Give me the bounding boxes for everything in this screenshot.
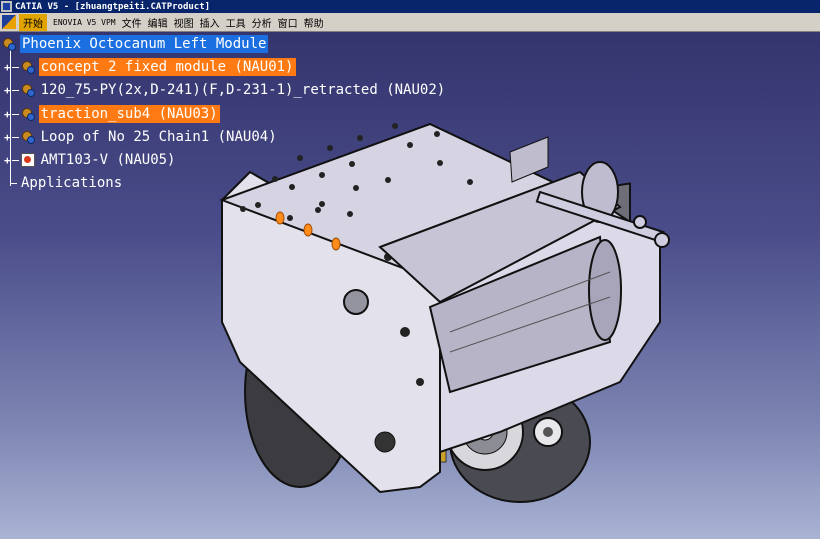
tree-item-nau03[interactable]: + traction_sub4 (NAU03) bbox=[4, 104, 220, 124]
menu-insert[interactable]: 插入 bbox=[200, 15, 226, 30]
tree-item-label[interactable]: Loop of No 25 Chain1 (NAU04) bbox=[39, 128, 279, 146]
expand-icon[interactable]: + bbox=[4, 108, 11, 121]
tree-branch-line bbox=[11, 66, 19, 68]
tree-branch-line bbox=[11, 89, 19, 91]
tree-item-nau04[interactable]: + Loop of No 25 Chain1 (NAU04) bbox=[4, 127, 279, 147]
part-icon bbox=[20, 153, 35, 167]
product-icon bbox=[21, 60, 35, 74]
lower-bore bbox=[374, 431, 396, 453]
product-icon bbox=[21, 83, 35, 97]
product-icon bbox=[21, 130, 35, 144]
tree-branch-line bbox=[11, 113, 19, 115]
product-icon bbox=[2, 37, 16, 51]
tree-branch-line bbox=[11, 159, 19, 161]
tree-item-label[interactable]: concept 2 fixed module (NAU01) bbox=[38, 58, 296, 76]
menu-tools[interactable]: 工具 bbox=[226, 15, 252, 30]
menu-file[interactable]: 文件 bbox=[122, 15, 148, 30]
menu-enovia[interactable]: ENOVIA V5 VPM bbox=[53, 18, 122, 27]
menu-help[interactable]: 帮助 bbox=[304, 15, 330, 30]
menu-bar: 开始 ENOVIA V5 VPM 文件 编辑 视图 插入 工具 分析 窗口 帮助 bbox=[0, 13, 820, 32]
expand-icon[interactable]: + bbox=[4, 154, 11, 167]
tree-item-nau01[interactable]: + concept 2 fixed module (NAU01) bbox=[4, 57, 296, 77]
tree-branch-line bbox=[11, 136, 19, 138]
tree-item-nau02[interactable]: + 120_75-PY(2x,D-241)(F,D-231-1)_retract… bbox=[4, 80, 447, 100]
tree-root-label[interactable]: Phoenix Octocanum Left Module bbox=[20, 35, 269, 53]
window-title: CATIA V5 - [zhuangtpeiti.CATProduct] bbox=[15, 1, 211, 12]
menu-analyze[interactable]: 分析 bbox=[252, 15, 278, 30]
tree-root[interactable]: Phoenix Octocanum Left Module bbox=[2, 34, 269, 54]
product-icon bbox=[21, 107, 35, 121]
tree-item-nau05[interactable]: + AMT103-V (NAU05) bbox=[4, 150, 177, 170]
tree-item-applications[interactable]: Applications bbox=[10, 173, 124, 193]
3d-viewport[interactable]: Phoenix Octocanum Left Module + concept … bbox=[0, 32, 820, 539]
tree-item-label[interactable]: Applications bbox=[19, 174, 124, 192]
expand-icon[interactable]: + bbox=[4, 131, 11, 144]
catia-app-icon bbox=[1, 1, 12, 12]
title-bar: CATIA V5 - [zhuangtpeiti.CATProduct] bbox=[0, 0, 820, 13]
product-window-icon[interactable] bbox=[2, 15, 16, 29]
tree-branch-line bbox=[10, 182, 17, 184]
tree-item-label[interactable]: AMT103-V (NAU05) bbox=[39, 151, 178, 169]
expand-icon[interactable]: + bbox=[4, 84, 11, 97]
menu-start[interactable]: 开始 bbox=[19, 13, 47, 31]
tree-item-label[interactable]: 120_75-PY(2x,D-241)(F,D-231-1)_retracted… bbox=[39, 81, 448, 99]
menu-window[interactable]: 窗口 bbox=[278, 15, 304, 30]
tree-item-label[interactable]: traction_sub4 (NAU03) bbox=[38, 105, 220, 123]
menu-edit[interactable]: 编辑 bbox=[148, 15, 174, 30]
expand-icon[interactable]: + bbox=[4, 61, 11, 74]
menu-view[interactable]: 视图 bbox=[174, 15, 200, 30]
side-plate-bore bbox=[343, 289, 369, 315]
